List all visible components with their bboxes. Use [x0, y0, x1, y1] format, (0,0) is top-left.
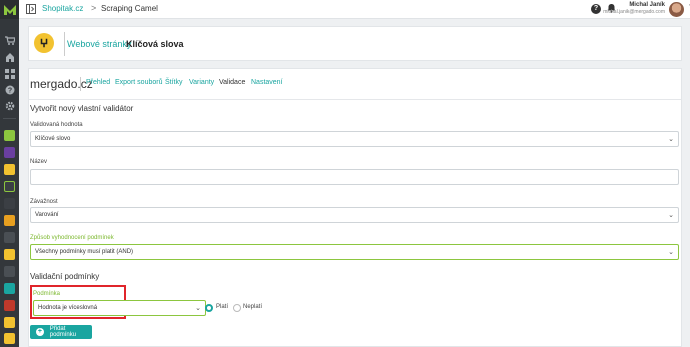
name-label: Název: [30, 159, 48, 165]
evaluation-label: Způsob vyhodnocení podmínek: [30, 235, 114, 241]
top-bar: Shopitak.cz > Scraping Camel ? Michal Ja…: [19, 0, 690, 19]
evaluation-value: Všechny podmínky musí platit (AND): [35, 249, 134, 255]
nav-divider: [80, 77, 81, 91]
condition-value: Hodnota je víceslovná: [38, 305, 98, 311]
severity-select[interactable]: Varování ⌄: [30, 207, 679, 223]
validated-value-label: Validovaná hodnota: [30, 122, 83, 128]
header-divider: [64, 32, 65, 56]
main-card: mergado.cz Přehled Export souborů Štítky…: [28, 68, 682, 347]
help-icon[interactable]: ?: [591, 4, 601, 14]
validated-value-select[interactable]: Klíčové slovo ⌄: [30, 131, 679, 147]
app-yellow-icon[interactable]: [4, 164, 15, 175]
evaluation-select[interactable]: Všechny podmínky musí platit (AND) ⌄: [30, 244, 679, 260]
chevron-down-icon: ⌄: [195, 305, 201, 312]
app-orange-icon[interactable]: [4, 215, 15, 226]
form-section-title: Vytvořit nový vlastní validátor: [30, 104, 134, 113]
app-green-icon[interactable]: [4, 181, 15, 192]
app-gold-icon[interactable]: [4, 317, 15, 328]
conditions-title: Validační podmínky: [30, 272, 100, 281]
settings-icon[interactable]: [4, 100, 15, 111]
help-circle-icon[interactable]: ?: [4, 84, 15, 95]
nav-divider-line: [29, 99, 681, 100]
project-header: ⵖ Webové stránky Klíčová slova: [28, 26, 682, 61]
tab-export[interactable]: Export souborů: [115, 79, 162, 86]
app-purple-icon[interactable]: [4, 147, 15, 158]
chevron-down-icon: ⌄: [668, 249, 674, 256]
breadcrumb-project[interactable]: Scraping Camel: [101, 4, 158, 13]
app-ma-icon[interactable]: [4, 130, 15, 141]
condition-select[interactable]: Hodnota je víceslovná ⌄: [33, 300, 206, 316]
header-section-link[interactable]: Webové stránky: [67, 39, 131, 49]
severity-label: Závažnost: [30, 199, 58, 205]
tab-stitky[interactable]: Štítky: [165, 79, 183, 86]
mergado-logo-icon[interactable]: [0, 0, 19, 19]
severity-value: Varování: [35, 212, 59, 218]
avatar[interactable]: [669, 2, 684, 17]
tab-nastaveni[interactable]: Nastavení: [251, 79, 283, 86]
home-icon[interactable]: [4, 52, 15, 63]
cart-icon[interactable]: [4, 35, 15, 46]
user-name: Michal Janík: [629, 2, 665, 8]
radio-plati-label: Platí: [216, 304, 229, 310]
svg-text:?: ?: [7, 87, 11, 94]
sidebar-divider: [3, 118, 16, 119]
radio-neplati-label: Neplatí: [243, 304, 263, 310]
app-teal-icon[interactable]: [4, 283, 15, 294]
app-tool-icon[interactable]: [4, 266, 15, 277]
radio-neplati[interactable]: [233, 304, 241, 312]
breadcrumb-shop[interactable]: Shopitak.cz: [42, 4, 83, 13]
app-red-icon[interactable]: [4, 300, 15, 311]
app-key-icon[interactable]: [4, 232, 15, 243]
app-camel-icon[interactable]: [4, 333, 15, 344]
condition-label: Podmínka: [33, 291, 61, 297]
tab-validace[interactable]: Validace: [219, 79, 245, 86]
project-logo-icon: ⵖ: [34, 33, 54, 53]
plus-icon: +: [36, 328, 44, 336]
tab-prehled[interactable]: Přehled: [86, 79, 110, 86]
radio-plati[interactable]: [205, 304, 213, 312]
add-condition-button[interactable]: + Přidat podmínku: [30, 325, 92, 339]
validated-value-text: Klíčové slovo: [35, 136, 71, 142]
sidebar-toggle-icon[interactable]: [26, 4, 37, 15]
brand-logo[interactable]: mergado.cz: [30, 77, 93, 91]
breadcrumb-separator: >: [91, 3, 97, 13]
chevron-down-icon: ⌄: [668, 136, 674, 143]
app-sidebar: ?: [0, 0, 19, 347]
tab-varianty[interactable]: Varianty: [189, 79, 214, 86]
name-field[interactable]: [30, 169, 679, 185]
app-lightning-icon[interactable]: [4, 249, 15, 260]
page-title: Klíčová slova: [126, 39, 184, 49]
grid-icon[interactable]: [4, 68, 15, 79]
app-dark-icon[interactable]: [4, 198, 15, 209]
chevron-down-icon: ⌄: [668, 212, 674, 219]
add-condition-label: Přidat podmínku: [49, 326, 77, 338]
user-email: michal.janik@mergado.com: [603, 9, 665, 15]
